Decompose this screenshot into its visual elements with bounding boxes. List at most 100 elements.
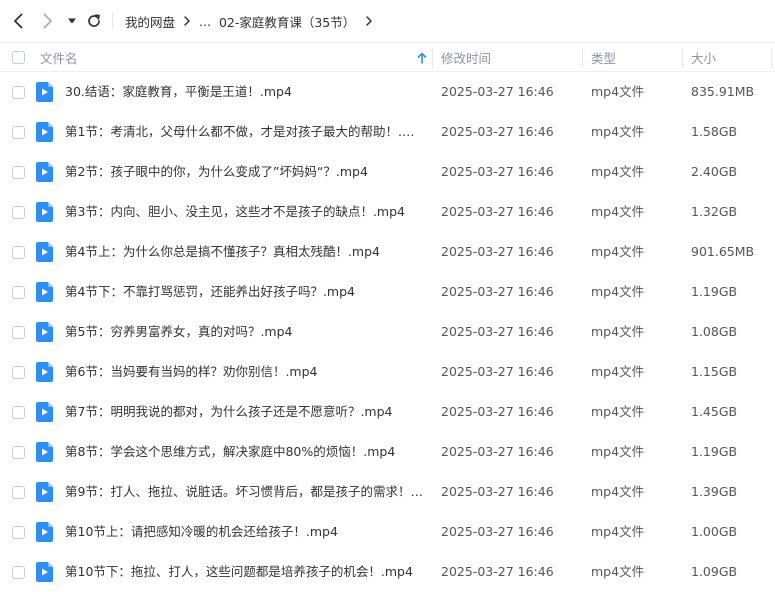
file-row[interactable]: 第3节：内向、胆小、没主见，这些才不是孩子的缺点！.mp4 2025-03-27 … [0,192,775,232]
file-type: mp4文件 [591,84,645,99]
file-size: 901.65MB [691,244,755,259]
refresh-button[interactable] [85,12,103,30]
file-name[interactable]: 第4节下：不靠打骂惩罚，还能养出好孩子吗？.mp4 [65,272,425,312]
file-type: mp4文件 [591,284,645,299]
column-divider[interactable] [432,48,433,68]
refresh-icon [88,14,100,27]
back-button[interactable] [10,12,28,30]
file-row[interactable]: 第8节：学会这个思维方式，解决家庭中80%的烦恼！.mp4 2025-03-27 … [0,432,775,472]
file-modified-time: 2025-03-27 16:46 [441,364,554,379]
breadcrumb: 我的网盘 ... 02-家庭教育课（35节） [125,0,381,42]
video-file-icon [36,242,53,262]
breadcrumb-current[interactable]: 02-家庭教育课（35节） [219,12,355,31]
file-row[interactable]: 第4节上：为什么你总是搞不懂孩子？真相太残酷！.mp4 2025-03-27 16… [0,232,775,272]
row-checkbox[interactable] [12,286,25,299]
file-type: mp4文件 [591,204,645,219]
file-name[interactable]: 第5节：穷养男富养女，真的对吗？.mp4 [65,312,425,352]
file-row[interactable]: 第7节：明明我说的都对，为什么孩子还是不愿意听？.mp4 2025-03-27 1… [0,392,775,432]
video-file-icon [36,402,53,422]
file-name[interactable]: 30.结语：家庭教育，平衡是王道！.mp4 [65,72,425,112]
file-name[interactable]: 第8节：学会这个思维方式，解决家庭中80%的烦恼！.mp4 [65,432,425,472]
file-size: 1.09GB [691,564,738,579]
file-name[interactable]: 第10节下：拖拉、打人，这些问题都是培养孩子的机会！.mp4 [65,552,425,592]
file-type: mp4文件 [591,164,645,179]
file-row[interactable]: 第9节：打人、拖拉、说脏话。坏习惯背后，都是孩子的需求！.m... 2025-03… [0,472,775,512]
file-type: mp4文件 [591,404,645,419]
file-type: mp4文件 [591,524,645,539]
file-size: 1.39GB [691,484,738,499]
file-name[interactable]: 第9节：打人、拖拉、说脏话。坏习惯背后，都是孩子的需求！.m... [65,472,425,512]
file-type: mp4文件 [591,124,645,139]
row-checkbox[interactable] [12,566,25,579]
file-name[interactable]: 第3节：内向、胆小、没主见，这些才不是孩子的缺点！.mp4 [65,192,425,232]
video-file-icon [36,202,53,222]
file-modified-time: 2025-03-27 16:46 [441,164,554,179]
select-all-cell [12,43,25,72]
select-all-checkbox[interactable] [12,51,25,64]
breadcrumb-separator-icon [183,15,191,27]
file-type: mp4文件 [591,244,645,259]
file-row[interactable]: 第10节上：请把感知冷暖的机会还给孩子！.mp4 2025-03-27 16:46… [0,512,775,552]
column-header-type[interactable]: 类型 [591,43,616,72]
row-checkbox[interactable] [12,366,25,379]
column-header-modified[interactable]: 修改时间 [441,43,491,72]
file-size: 1.00GB [691,524,738,539]
column-divider[interactable] [771,48,772,68]
chevron-left-icon [14,13,23,29]
file-row[interactable]: 第4节下：不靠打骂惩罚，还能养出好孩子吗？.mp4 2025-03-27 16:4… [0,272,775,312]
file-row[interactable]: 第6节：当妈要有当妈的样？劝你别信！.mp4 2025-03-27 16:46 mp… [0,352,775,392]
file-row[interactable]: 第10节下：拖拉、打人，这些问题都是培养孩子的机会！.mp4 2025-03-27… [0,552,775,592]
file-modified-time: 2025-03-27 16:46 [441,404,554,419]
file-row[interactable]: 第1节：考清北，父母什么都不做，才是对孩子最大的帮助！.mp4 2025-03-2… [0,112,775,152]
breadcrumb-ellipsis[interactable]: ... [199,14,211,29]
column-header-size[interactable]: 大小 [691,43,716,72]
file-size: 835.91MB [691,84,755,99]
video-file-icon [36,122,53,142]
file-name[interactable]: 第10节上：请把感知冷暖的机会还给孩子！.mp4 [65,512,425,552]
row-checkbox[interactable] [12,246,25,259]
file-row[interactable]: 30.结语：家庭教育，平衡是王道！.mp4 2025-03-27 16:46 mp4… [0,72,775,112]
row-checkbox[interactable] [12,86,25,99]
column-divider[interactable] [682,48,683,68]
file-row[interactable]: 第2节：孩子眼中的你，为什么变成了”坏妈妈“？.mp4 2025-03-27 16… [0,152,775,192]
file-name[interactable]: 第4节上：为什么你总是搞不懂孩子？真相太残酷！.mp4 [65,232,425,272]
row-checkbox[interactable] [12,406,25,419]
file-list-header: 文件名 修改时间 类型 大小 [0,42,775,72]
breadcrumb-root[interactable]: 我的网盘 [125,12,175,31]
column-divider[interactable] [582,48,583,68]
file-name[interactable]: 第7节：明明我说的都对，为什么孩子还是不愿意听？.mp4 [65,392,425,432]
file-row[interactable]: 第5节：穷养男富养女，真的对吗？.mp4 2025-03-27 16:46 mp4文… [0,312,775,352]
file-modified-time: 2025-03-27 16:46 [441,124,554,139]
video-file-icon [36,322,53,342]
row-checkbox[interactable] [12,526,25,539]
column-header-name[interactable]: 文件名 [40,43,78,72]
video-file-icon [36,482,53,502]
file-type: mp4文件 [591,324,645,339]
row-checkbox[interactable] [12,206,25,219]
file-name[interactable]: 第2节：孩子眼中的你，为什么变成了”坏妈妈“？.mp4 [65,152,425,192]
file-modified-time: 2025-03-27 16:46 [441,564,554,579]
file-type: mp4文件 [591,484,645,499]
file-type: mp4文件 [591,564,645,579]
file-name[interactable]: 第6节：当妈要有当妈的样？劝你别信！.mp4 [65,352,425,392]
file-size: 1.32GB [691,204,738,219]
row-checkbox[interactable] [12,446,25,459]
file-size: 1.08GB [691,324,738,339]
history-dropdown-button[interactable] [66,15,78,27]
file-type: mp4文件 [591,364,645,379]
forward-button[interactable] [38,12,56,30]
row-checkbox[interactable] [12,166,25,179]
row-checkbox[interactable] [12,326,25,339]
breadcrumb-expand-icon[interactable] [365,15,373,27]
file-size: 1.19GB [691,444,738,459]
file-modified-time: 2025-03-27 16:46 [441,484,554,499]
chevron-right-icon [43,13,52,29]
video-file-icon [36,162,53,182]
row-checkbox[interactable] [12,126,25,139]
sort-ascending-icon[interactable] [417,43,427,72]
file-modified-time: 2025-03-27 16:46 [441,524,554,539]
file-modified-time: 2025-03-27 16:46 [441,444,554,459]
file-name[interactable]: 第1节：考清北，父母什么都不做，才是对孩子最大的帮助！.mp4 [65,112,425,152]
row-checkbox[interactable] [12,486,25,499]
file-size: 1.45GB [691,404,738,419]
